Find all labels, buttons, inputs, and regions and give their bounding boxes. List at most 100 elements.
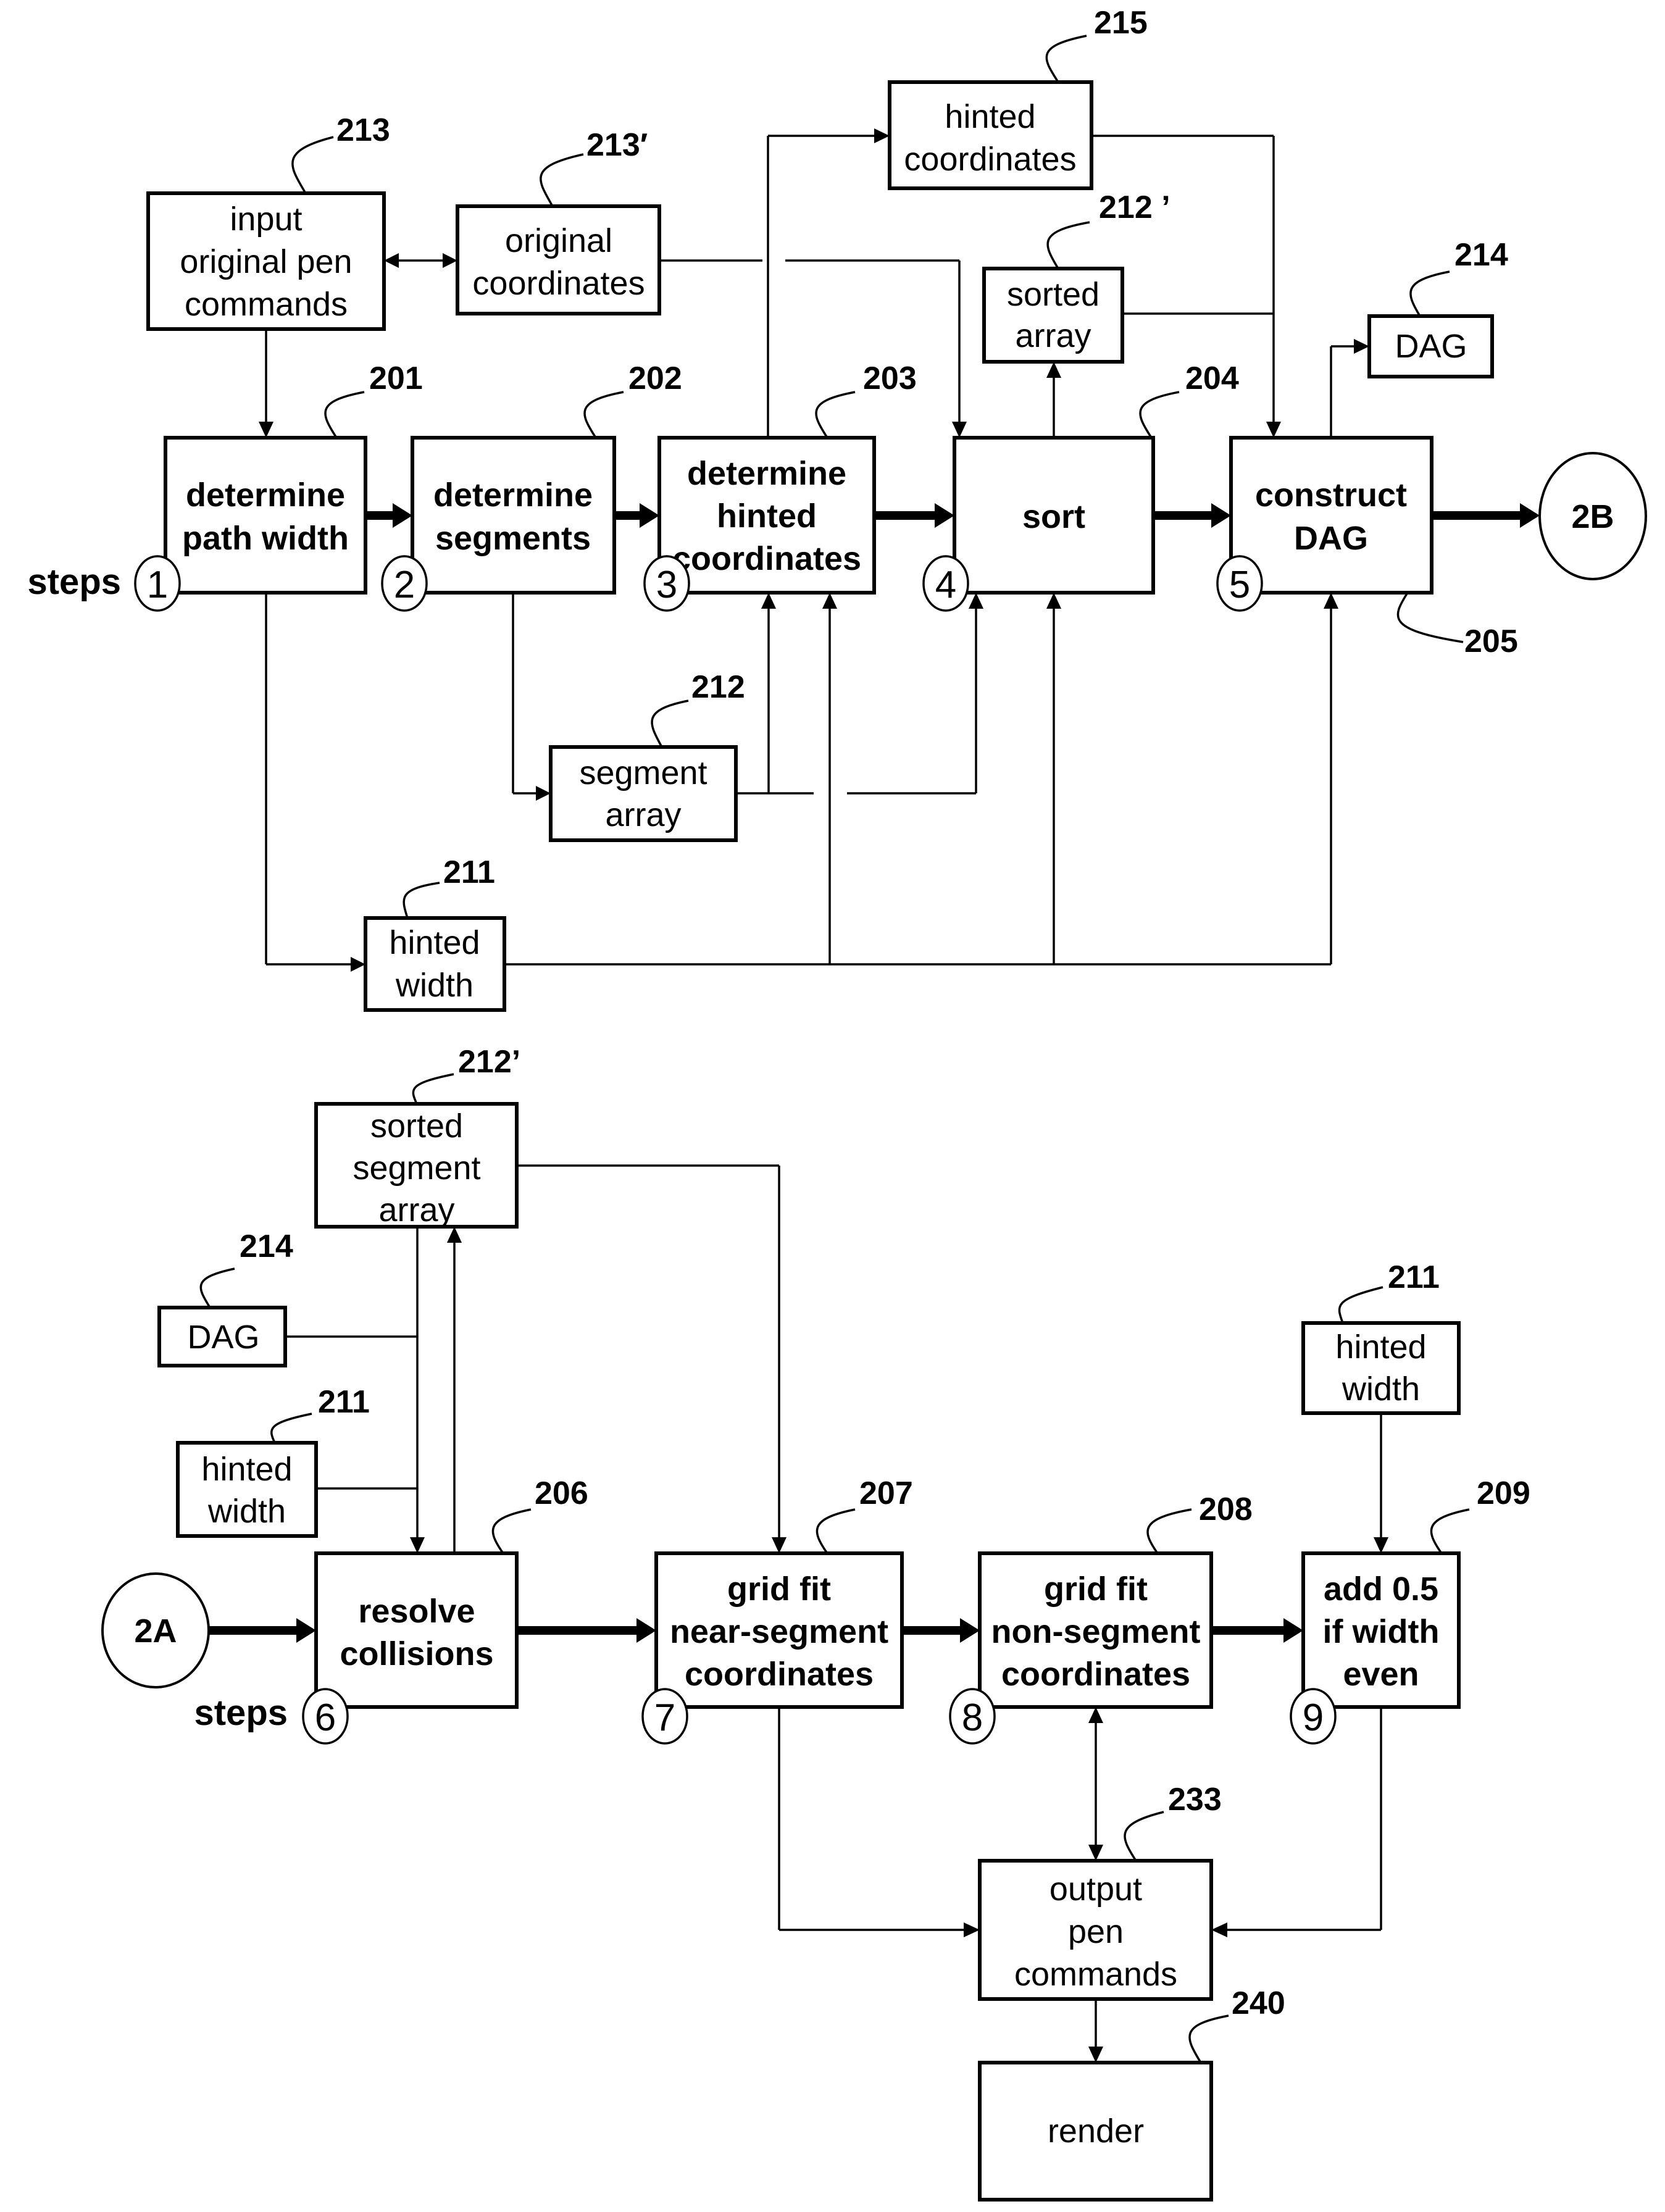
svg-text:9: 9 xyxy=(1303,1697,1324,1739)
svg-text:original pen: original pen xyxy=(180,243,352,280)
process-box-202: determine segments 202 2 xyxy=(381,361,682,612)
svg-text:212 ’: 212 ’ xyxy=(1099,190,1171,225)
data-box-213: input original pen commands 213 xyxy=(146,112,390,331)
svg-text:sorted: sorted xyxy=(370,1108,463,1145)
svg-text:segment: segment xyxy=(579,754,707,791)
svg-text:render: render xyxy=(1048,2113,1144,2150)
svg-text:sorted: sorted xyxy=(1007,276,1100,313)
svg-text:coordinates: coordinates xyxy=(685,1656,874,1693)
svg-text:DAG: DAG xyxy=(1294,520,1368,557)
data-box-212-prime: sorted array 212 ’ xyxy=(982,190,1171,364)
connector-2b: 2B xyxy=(1538,452,1647,580)
svg-text:grid fit: grid fit xyxy=(1044,1571,1148,1608)
data-box-213-prime: original coordinates 213′ xyxy=(456,127,661,315)
svg-text:collisions: collisions xyxy=(340,1635,493,1672)
svg-text:commands: commands xyxy=(1014,1956,1177,1993)
svg-text:215: 215 xyxy=(1094,5,1148,41)
svg-text:width: width xyxy=(1342,1371,1420,1408)
svg-text:DAG: DAG xyxy=(187,1319,259,1356)
svg-text:input: input xyxy=(230,201,302,238)
svg-text:1: 1 xyxy=(147,564,168,606)
svg-text:array: array xyxy=(605,796,681,833)
data-box-211: hinted width 211 xyxy=(364,854,506,1012)
svg-text:resolve: resolve xyxy=(358,1593,475,1630)
svg-text:212: 212 xyxy=(691,669,745,705)
svg-text:coordinates: coordinates xyxy=(472,265,645,302)
svg-text:205: 205 xyxy=(1464,624,1518,659)
svg-text:determine: determine xyxy=(186,477,345,514)
svg-text:211: 211 xyxy=(1388,1259,1440,1295)
svg-text:original: original xyxy=(505,222,612,259)
svg-text:coordinates: coordinates xyxy=(904,141,1076,178)
svg-text:hinted: hinted xyxy=(201,1451,292,1488)
svg-text:even: even xyxy=(1343,1656,1419,1693)
svg-text:pen: pen xyxy=(1068,1913,1124,1950)
svg-text:add 0.5: add 0.5 xyxy=(1324,1571,1438,1608)
data-box-211-lower-right: hinted width 211 xyxy=(1301,1259,1461,1415)
steps-label-b: steps xyxy=(194,1693,288,1733)
data-box-212: segment array 212 xyxy=(549,669,745,842)
process-box-204: sort 204 4 xyxy=(922,361,1239,612)
data-box-212-prime-lower: sorted segment array 212’ xyxy=(314,1044,520,1229)
svg-text:if width: if width xyxy=(1323,1613,1440,1650)
svg-text:determine: determine xyxy=(433,477,593,514)
process-box-208: grid fit non-segment coordinates 208 8 xyxy=(949,1492,1253,1745)
svg-text:hinted: hinted xyxy=(717,498,817,535)
svg-text:5: 5 xyxy=(1229,564,1250,606)
svg-text:3: 3 xyxy=(656,564,677,606)
data-box-215: hinted coordinates 215 xyxy=(888,5,1148,190)
svg-text:array: array xyxy=(1015,317,1091,354)
svg-text:8: 8 xyxy=(962,1697,983,1739)
process-box-207: grid fit near-segment coordinates 207 7 xyxy=(641,1475,913,1745)
svg-text:202: 202 xyxy=(628,361,682,396)
svg-text:201: 201 xyxy=(369,361,423,396)
process-box-209: add 0.5 if width even 209 9 xyxy=(1290,1475,1530,1745)
process-box-205: construct DAG 205 5 xyxy=(1216,436,1518,659)
svg-text:2A: 2A xyxy=(134,1613,177,1650)
svg-text:233: 233 xyxy=(1168,1782,1222,1818)
svg-text:4: 4 xyxy=(935,564,956,606)
svg-text:hinted: hinted xyxy=(945,98,1035,135)
svg-text:206: 206 xyxy=(535,1475,588,1511)
svg-text:6: 6 xyxy=(315,1697,336,1739)
svg-text:212’: 212’ xyxy=(458,1044,520,1080)
svg-text:213: 213 xyxy=(336,112,390,148)
svg-text:2B: 2B xyxy=(1571,498,1614,535)
svg-text:segments: segments xyxy=(435,520,591,557)
svg-text:213′: 213′ xyxy=(586,127,648,163)
svg-text:construct: construct xyxy=(1255,477,1407,514)
svg-text:coordinates: coordinates xyxy=(1001,1656,1190,1693)
process-box-206: resolve collisions 206 6 xyxy=(302,1475,588,1745)
svg-text:output: output xyxy=(1049,1871,1142,1908)
svg-text:width: width xyxy=(207,1493,286,1530)
svg-text:path width: path width xyxy=(182,520,349,557)
svg-text:DAG: DAG xyxy=(1395,328,1467,365)
svg-text:204: 204 xyxy=(1185,361,1239,396)
connector-2a: 2A xyxy=(101,1572,210,1688)
svg-text:width: width xyxy=(395,967,474,1004)
svg-text:coordinates: coordinates xyxy=(672,540,861,577)
svg-text:211: 211 xyxy=(443,854,495,890)
svg-text:2: 2 xyxy=(394,564,415,606)
process-box-203: determine hinted coordinates 203 3 xyxy=(643,361,917,612)
data-box-233: output pen commands 233 xyxy=(978,1782,1222,2001)
svg-text:determine: determine xyxy=(687,455,846,492)
svg-text:203: 203 xyxy=(863,361,917,396)
svg-text:214: 214 xyxy=(240,1229,293,1264)
svg-text:segment: segment xyxy=(353,1150,480,1187)
flowchart-diagram: input original pen commands 213 original… xyxy=(27,5,1647,2202)
steps-label-a: steps xyxy=(27,562,121,602)
svg-text:sort: sort xyxy=(1022,498,1085,535)
svg-text:commands: commands xyxy=(185,286,348,323)
svg-text:array: array xyxy=(378,1192,454,1229)
data-box-214-lower: DAG 214 xyxy=(157,1229,293,1367)
svg-text:near-segment: near-segment xyxy=(670,1613,888,1650)
process-box-201: determine path width 201 1 xyxy=(134,361,423,612)
data-box-240: render 240 xyxy=(978,1985,1285,2202)
svg-text:209: 209 xyxy=(1477,1475,1530,1511)
svg-text:208: 208 xyxy=(1199,1492,1253,1527)
svg-text:grid fit: grid fit xyxy=(727,1571,831,1608)
svg-text:214: 214 xyxy=(1454,237,1508,273)
svg-text:non-segment: non-segment xyxy=(991,1613,1200,1650)
data-box-211-lower-left: hinted width 211 xyxy=(176,1384,370,1538)
